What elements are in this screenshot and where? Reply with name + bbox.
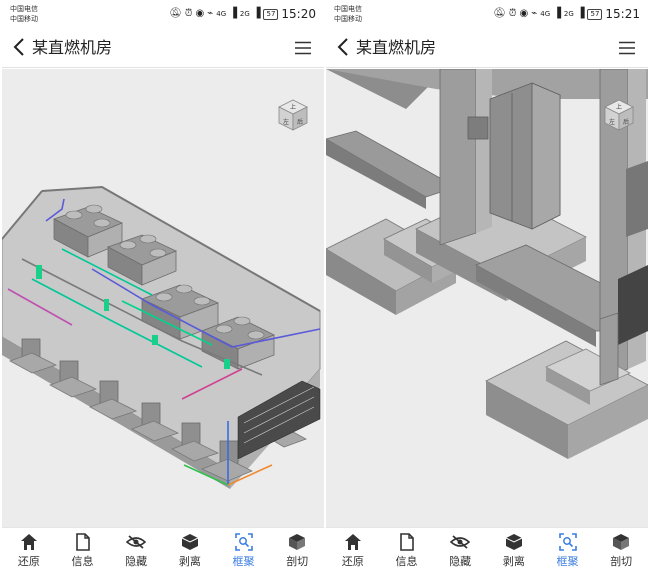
back-button[interactable] [332, 32, 354, 62]
menu-button[interactable] [616, 38, 638, 58]
tab-info[interactable]: 信息 [380, 528, 434, 575]
carrier-names: 中国电信 中国移动 [10, 4, 38, 24]
view-cube[interactable]: 上 左 后 [602, 98, 636, 132]
tab-hide[interactable]: 隐藏 [433, 528, 487, 575]
tab-restore[interactable]: 还原 [326, 528, 380, 575]
eye-off-icon [126, 535, 147, 549]
model-viewport[interactable]: 上 左 后 [2, 69, 324, 527]
nav-bar: 某直燃机房 [326, 28, 648, 68]
signal-icon-2: ▐ [252, 8, 261, 19]
hamburger-icon [619, 41, 635, 55]
view-cube-front-label: 左 [283, 118, 289, 126]
tab-frame-focus[interactable]: 框聚 [541, 528, 595, 575]
bottom-toolbar: 还原 信息 隐藏 剥离 框聚 剖切 [2, 527, 324, 575]
home-icon [20, 534, 37, 550]
tab-label: 剖切 [610, 555, 633, 568]
mute-icon: 🔕︎ [493, 8, 506, 19]
building-model-closeup-3d [326, 69, 648, 459]
view-cube-top-label: 上 [290, 103, 296, 111]
signal-icon: ▐ [229, 8, 237, 19]
page-title: 某直燃机房 [356, 38, 437, 57]
network-4g-label: 4G [540, 10, 551, 18]
tab-label: 框聚 [232, 555, 255, 568]
menu-button[interactable] [292, 38, 314, 58]
clock: 15:21 [605, 7, 640, 21]
tab-label: 隐藏 [449, 555, 472, 568]
phone-screen-left: 中国电信 中国移动 🔕︎ ⏰︎ ◉ ⌁ 4G ▐ 2G ▐ 57 15:20 某… [2, 0, 324, 575]
document-icon [399, 533, 414, 551]
signal-icon: ▐ [553, 8, 561, 19]
tab-frame-focus[interactable]: 框聚 [217, 528, 271, 575]
tab-label: 剖切 [286, 555, 309, 568]
tab-label: 信息 [71, 555, 94, 568]
wifi-icon: ⌁ [531, 8, 538, 19]
chevron-left-icon [13, 38, 24, 56]
section-cut-icon [613, 534, 630, 550]
nav-bar: 某直燃机房 [2, 28, 324, 68]
peel-icon [505, 534, 523, 550]
network-4g-label: 4G [216, 10, 227, 18]
tab-section-cut[interactable]: 剖切 [270, 528, 324, 575]
tab-hide[interactable]: 隐藏 [109, 528, 163, 575]
view-cube-front-label: 左 [609, 118, 615, 126]
tab-label: 剥离 [502, 555, 525, 568]
tab-label: 剥离 [178, 555, 201, 568]
view-cube-icon: 上 左 后 [604, 99, 634, 131]
frame-focus-icon [234, 533, 253, 551]
back-button[interactable] [8, 32, 30, 62]
bottom-toolbar: 还原 信息 隐藏 剥离 框聚 剖切 [326, 527, 648, 575]
carrier-1: 中国电信 [10, 5, 38, 13]
peel-icon [181, 534, 199, 550]
carrier-2: 中国移动 [334, 15, 362, 23]
view-cube-side-label: 后 [623, 118, 629, 126]
battery-indicator: 57 [263, 8, 279, 20]
clock: 15:20 [281, 7, 316, 21]
tab-label: 还原 [341, 555, 364, 568]
tab-label: 框聚 [556, 555, 579, 568]
tab-peel[interactable]: 剥离 [163, 528, 217, 575]
tab-info[interactable]: 信息 [56, 528, 110, 575]
building-model-3d [2, 185, 321, 489]
alarm-icon: ⏰︎ [184, 8, 193, 19]
view-cube-side-label: 后 [297, 118, 303, 126]
tab-peel[interactable]: 剥离 [487, 528, 541, 575]
page-title: 某直燃机房 [32, 38, 113, 57]
network-2g-label: 2G [239, 10, 250, 18]
carrier-1: 中国电信 [334, 5, 362, 13]
signal-icon-2: ▐ [576, 8, 585, 19]
view-cube-top-label: 上 [616, 103, 622, 111]
status-bar: 中国电信 中国移动 🔕︎ ⏰︎ ◉ ⌁ 4G ▐ 2G ▐ 57 15:20 [2, 0, 324, 28]
status-icons: 🔕︎ ⏰︎ ◉ ⌁ 4G ▐ 2G ▐ 57 15:20 [169, 6, 316, 22]
chevron-left-icon [337, 38, 348, 56]
network-2g-label: 2G [563, 10, 574, 18]
phone-screen-right: 中国电信 中国移动 🔕︎ ⏰︎ ◉ ⌁ 4G ▐ 2G ▐ 57 15:21 某… [326, 0, 648, 575]
status-icons: 🔕︎ ⏰︎ ◉ ⌁ 4G ▐ 2G ▐ 57 15:21 [493, 6, 640, 22]
status-bar: 中国电信 中国移动 🔕︎ ⏰︎ ◉ ⌁ 4G ▐ 2G ▐ 57 15:21 [326, 0, 648, 28]
battery-indicator: 57 [587, 8, 603, 20]
tab-restore[interactable]: 还原 [2, 528, 56, 575]
mute-icon: 🔕︎ [169, 8, 182, 19]
model-viewport[interactable]: 上 左 后 [326, 69, 648, 527]
document-icon [75, 533, 90, 551]
eye-comfort-icon: ◉ [519, 8, 529, 19]
section-cut-icon [289, 534, 306, 550]
eye-comfort-icon: ◉ [195, 8, 205, 19]
tab-section-cut[interactable]: 剖切 [594, 528, 648, 575]
tab-label: 隐藏 [125, 555, 148, 568]
carrier-2: 中国移动 [10, 15, 38, 23]
wifi-icon: ⌁ [207, 8, 214, 19]
carrier-names: 中国电信 中国移动 [334, 4, 362, 24]
tab-label: 还原 [17, 555, 40, 568]
tab-label: 信息 [395, 555, 418, 568]
hamburger-icon [295, 41, 311, 55]
view-cube[interactable]: 上 左 后 [276, 98, 310, 132]
alarm-icon: ⏰︎ [508, 8, 517, 19]
frame-focus-icon [558, 533, 577, 551]
home-icon [344, 534, 361, 550]
view-cube-icon: 上 左 后 [278, 99, 308, 131]
eye-off-icon [450, 535, 471, 549]
